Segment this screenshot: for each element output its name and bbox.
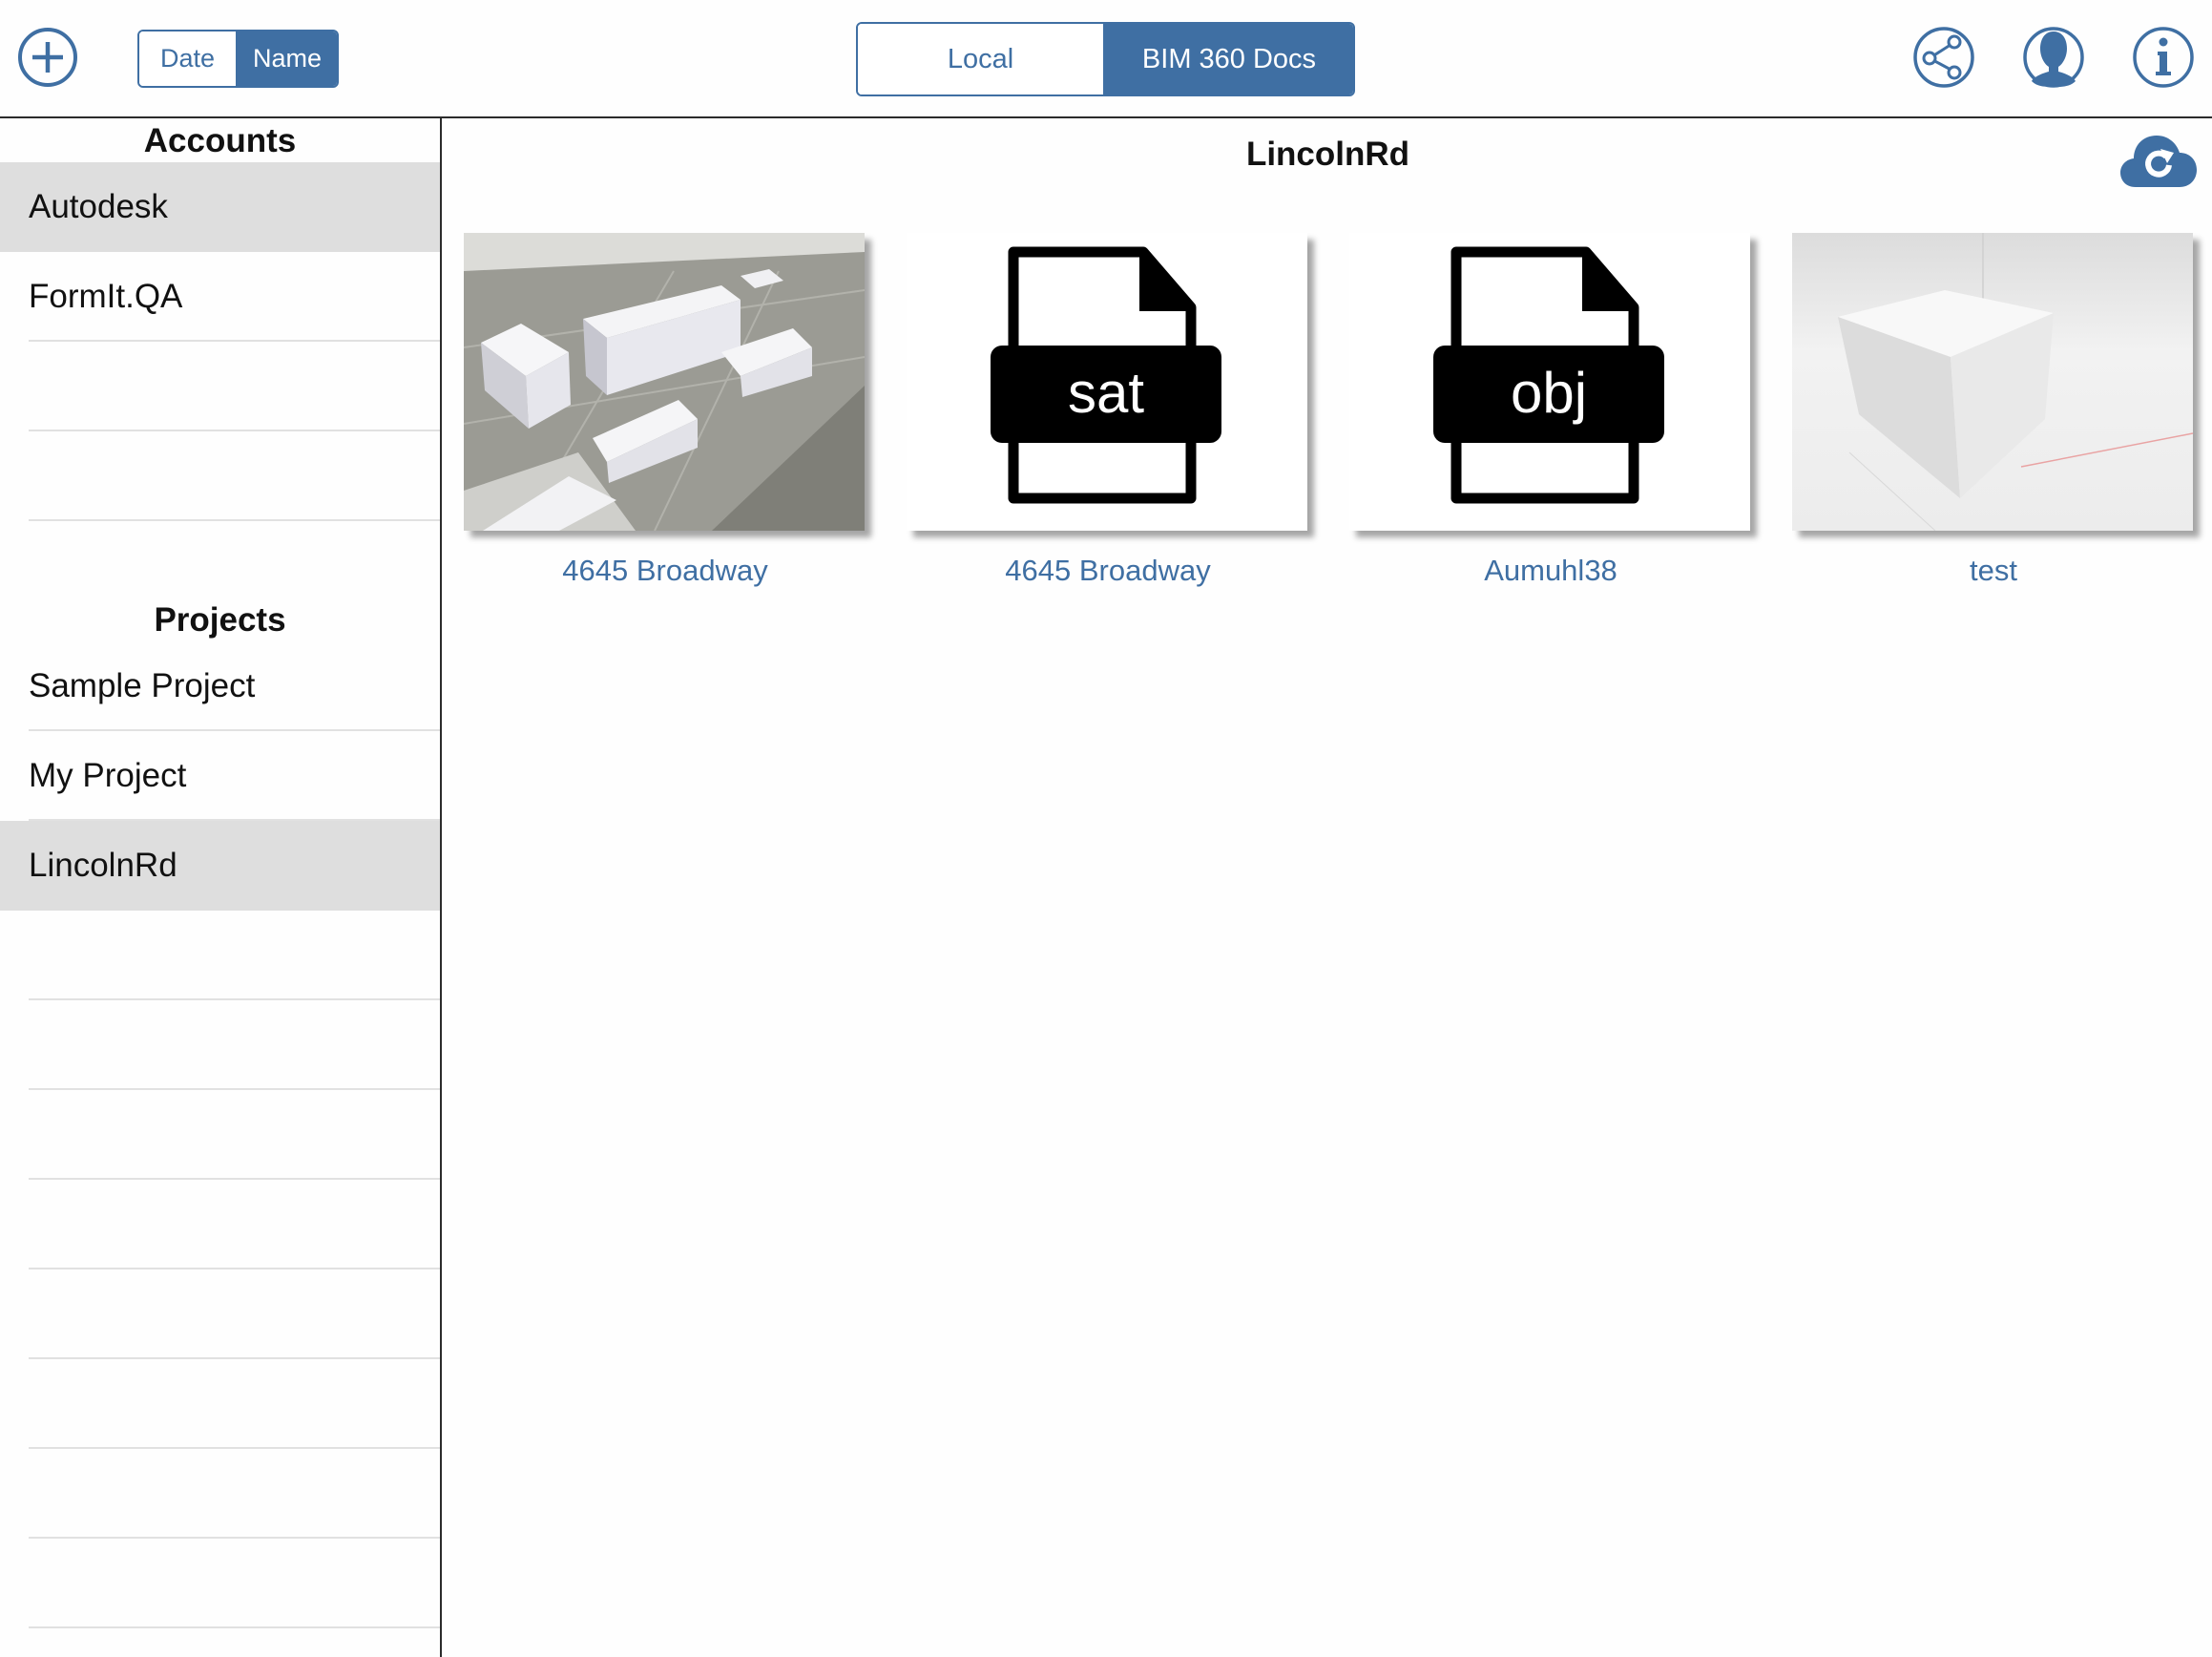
user-icon[interactable] <box>2020 24 2087 91</box>
project-item-sample-project[interactable]: Sample Project <box>0 641 440 731</box>
account-item-label: FormIt.QA <box>29 278 183 315</box>
file-name: 4645 Broadway <box>1005 554 1211 587</box>
account-item-autodesk[interactable]: Autodesk <box>0 162 440 252</box>
empty-row <box>0 1269 440 1359</box>
share-icon[interactable] <box>1910 24 1977 91</box>
cube-thumbnail <box>1792 233 2193 531</box>
file-name: Aumuhl38 <box>1484 554 1617 587</box>
sidebar: Accounts Autodesk FormIt.QA Projects Sam… <box>0 118 442 1657</box>
file-browser: LincolnRd 4645 Broadway sat 4645 Broadwa… <box>444 118 2212 1657</box>
file-name: test <box>1970 554 2017 587</box>
plus-circle-icon[interactable] <box>14 24 81 91</box>
project-item-my-project[interactable]: My Project <box>0 731 440 821</box>
empty-row <box>0 1180 440 1269</box>
file-name: 4645 Broadway <box>562 554 768 587</box>
cloud-refresh-icon[interactable] <box>2118 130 2199 193</box>
file-type-badge: obj <box>1511 361 1587 425</box>
source-local-button[interactable]: Local <box>858 24 1105 94</box>
source-segmented-control: Local BIM 360 Docs <box>856 22 1355 96</box>
source-bim360-button[interactable]: BIM 360 Docs <box>1105 24 1353 94</box>
info-icon[interactable] <box>2130 24 2197 91</box>
empty-row <box>0 431 440 521</box>
empty-row <box>0 1090 440 1180</box>
project-item-label: My Project <box>29 757 187 794</box>
projects-heading: Projects <box>154 601 286 639</box>
obj-file-icon: obj <box>1349 233 1750 531</box>
top-toolbar: Date Name Local BIM 360 Docs <box>0 0 2212 118</box>
empty-row <box>0 342 440 431</box>
sort-segmented-control: Date Name <box>137 30 339 88</box>
page-title: LincolnRd <box>1245 136 1410 173</box>
file-type-badge: sat <box>1068 361 1144 425</box>
project-item-label: Sample Project <box>29 667 256 704</box>
empty-row <box>0 1449 440 1539</box>
project-item-label: LincolnRd <box>29 847 177 884</box>
empty-row <box>0 1539 440 1628</box>
empty-row <box>0 911 440 1000</box>
empty-row <box>0 1000 440 1090</box>
sort-by-date-button[interactable]: Date <box>139 31 238 86</box>
account-item-label: Autodesk <box>29 188 168 225</box>
aerial-buildings-thumbnail <box>464 233 865 531</box>
project-item-lincolnrd[interactable]: LincolnRd <box>0 821 440 911</box>
accounts-heading: Accounts <box>143 122 297 159</box>
sort-by-name-button[interactable]: Name <box>238 31 337 86</box>
empty-row <box>0 1359 440 1449</box>
account-item-formit-qa[interactable]: FormIt.QA <box>0 252 440 342</box>
sat-file-icon: sat <box>907 233 1307 531</box>
